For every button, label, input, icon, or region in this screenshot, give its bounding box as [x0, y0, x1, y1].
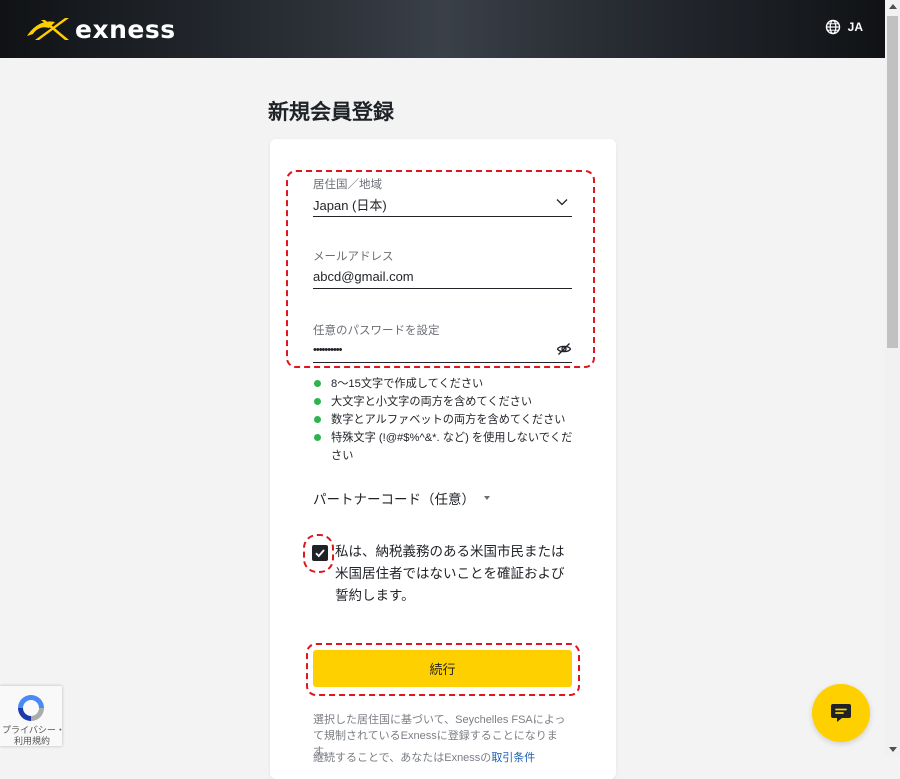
- registration-card: 居住国／地域 Japan (日本) メールアドレス 任意のパスワードを設定 ••…: [270, 139, 616, 779]
- terms-notice: 継続することで、あなたはExnessの取引条件: [313, 750, 575, 766]
- page-scrollbar[interactable]: [885, 0, 900, 756]
- rule-check-icon: [314, 380, 321, 387]
- password-input[interactable]: ••••••••••: [313, 344, 342, 356]
- password-rule: 数字とアルファベットの両方を含めてください: [313, 411, 583, 429]
- rule-text: 数字とアルファベットの両方を含めてください: [331, 414, 566, 426]
- chat-button[interactable]: [812, 684, 870, 742]
- password-rule: 8〜15文字で作成してください: [313, 375, 583, 393]
- check-icon: [315, 549, 325, 558]
- country-select[interactable]: Japan (日本): [313, 192, 572, 217]
- recaptcha-badge[interactable]: プライバシー・ 利用規約: [0, 686, 65, 747]
- scroll-up-arrow-icon[interactable]: [889, 4, 897, 9]
- consent-text: 私は、納税義務のある米国市民または米国居住者ではないことを確証および誓約します。: [335, 544, 565, 603]
- page-title: 新規会員登録: [268, 100, 394, 124]
- trading-terms-link[interactable]: 取引条件: [491, 752, 535, 764]
- rule-check-icon: [314, 416, 321, 423]
- country-value: Japan (日本): [313, 197, 387, 213]
- eye-off-icon[interactable]: [556, 341, 572, 357]
- top-header: exness JA: [0, 0, 885, 58]
- terms-notice-text: 継続することで、あなたはExnessの: [313, 752, 492, 764]
- password-rule: 特殊文字 (!@#$%^&*. など) を使用しないでください: [313, 429, 583, 465]
- rule-text: 大文字と小文字の両方を含めてください: [331, 396, 533, 408]
- rule-text: 8〜15文字で作成してください: [331, 378, 484, 390]
- language-switcher[interactable]: JA: [825, 19, 863, 35]
- exness-logo-mark-icon: [27, 18, 69, 40]
- recaptcha-terms-link[interactable]: 利用規約: [14, 734, 50, 747]
- password-label: 任意のパスワードを設定: [313, 325, 440, 337]
- continue-button[interactable]: 続行: [313, 650, 572, 687]
- globe-icon: [825, 19, 840, 35]
- partner-code-label: パートナーコード（任意）: [313, 492, 475, 507]
- caret-down-icon: [484, 496, 490, 500]
- rule-check-icon: [314, 434, 321, 441]
- password-rules-list: 8〜15文字で作成してください 大文字と小文字の両方を含めてください 数字とアル…: [313, 375, 583, 465]
- partner-code-toggle[interactable]: パートナーコード（任意）: [313, 488, 490, 508]
- chevron-down-icon: [556, 199, 568, 206]
- recaptcha-icon: [18, 695, 44, 721]
- email-input[interactable]: [313, 268, 572, 284]
- exness-logo[interactable]: exness: [25, 14, 176, 44]
- brand-name: exness: [75, 14, 176, 44]
- email-label: メールアドレス: [313, 251, 394, 263]
- password-field-line: ••••••••••: [313, 338, 572, 363]
- rule-check-icon: [314, 398, 321, 405]
- email-field-line: [313, 264, 572, 289]
- scroll-down-arrow-icon[interactable]: [889, 747, 897, 752]
- language-code: JA: [847, 20, 863, 34]
- country-field[interactable]: 居住国／地域 Japan (日本): [313, 176, 572, 217]
- password-rule: 大文字と小文字の両方を含めてください: [313, 393, 583, 411]
- password-field[interactable]: 任意のパスワードを設定 ••••••••••: [313, 322, 572, 363]
- country-label: 居住国／地域: [313, 179, 382, 191]
- scroll-thumb[interactable]: [887, 16, 898, 348]
- email-field[interactable]: メールアドレス: [313, 248, 572, 289]
- us-citizen-checkbox[interactable]: [312, 545, 328, 561]
- chat-icon: [831, 704, 851, 722]
- rule-text: 特殊文字 (!@#$%^&*. など) を使用しないでください: [331, 432, 573, 462]
